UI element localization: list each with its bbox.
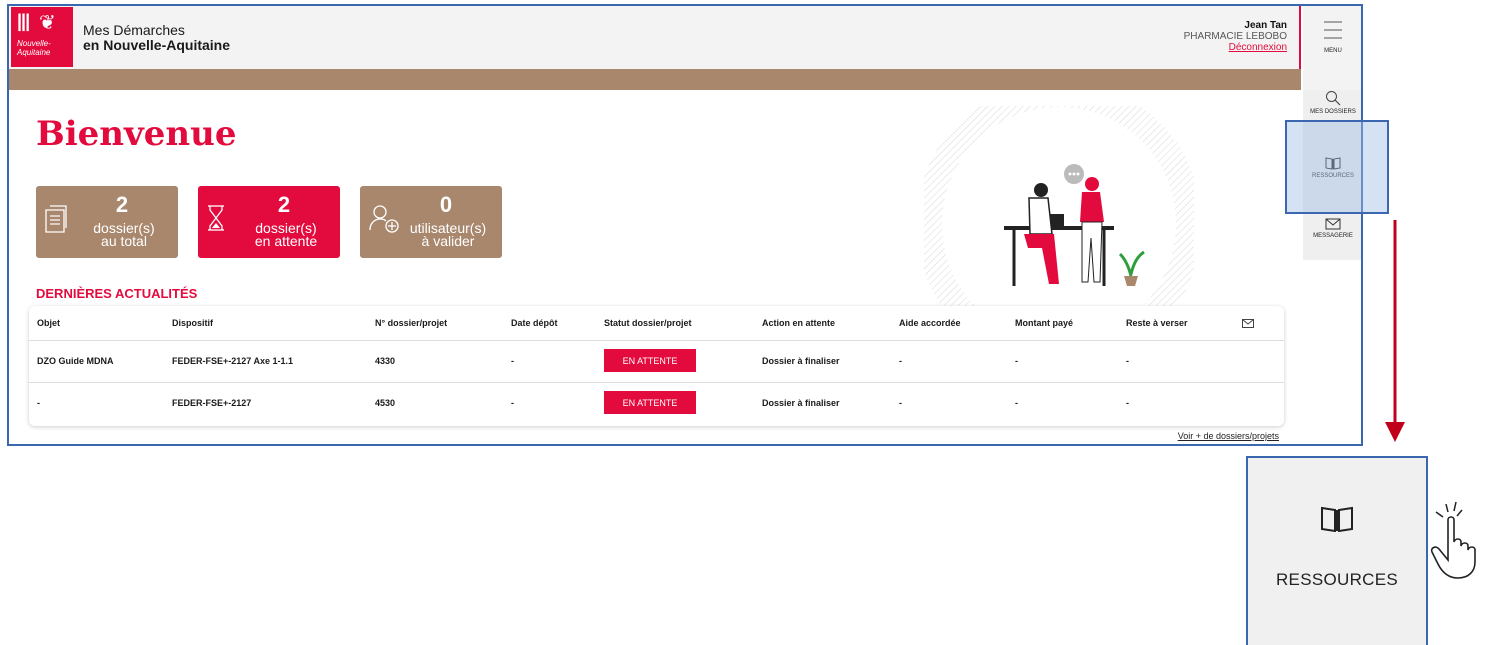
card-label: dossier(s) en attente [238,221,334,249]
cell-objet: - [37,397,40,408]
cell-montant: - [1015,397,1018,408]
sidebar-item-label: MESSAGERIE [1313,233,1353,239]
arrow-down-icon [1385,220,1405,442]
card-label-line2: au total [101,233,147,249]
menu-label: MENU [1324,48,1342,54]
card-total-dossiers[interactable]: 2 dossier(s) au total [36,186,178,258]
card-label-line2: en attente [254,233,318,249]
column-header: Dispositif [172,318,214,328]
status-badge[interactable]: EN ATTENTE [604,391,696,414]
logo-text-line2: Aquitaine [17,48,51,57]
user-organisation: PHARMACIE LEBOBO [1183,31,1287,42]
side-menu: MENU MES DOSSIERS RESSOURCES MESSAGERIE [1303,6,1361,444]
cell-dispositif: FEDER-FSE+-2127 [172,397,252,408]
card-number: 0 [439,192,453,217]
card-number: 2 [277,192,291,217]
column-header: Montant payé [1015,318,1074,328]
logo-mark-icon: ||| [17,11,30,31]
app-title-line1: Mes Démarches [83,22,185,38]
card-number: 2 [115,192,129,217]
table-row[interactable]: DZO Guide MDNA FEDER-FSE+-2127 Axe 1-1.1… [29,340,1284,380]
cell-date-depot: - [511,397,514,408]
column-header: Date dépôt [511,318,558,328]
header: ||| ❦ Nouvelle- Aquitaine Mes Démarches … [9,6,1301,69]
more-dossiers-link[interactable]: Voir + de dossiers/projets [1178,431,1279,441]
cell-numero: 4330 [375,355,396,366]
news-table: Objet Dispositif N° dossier/projet Date … [29,306,1284,426]
menu-button[interactable]: MENU [1303,6,1361,90]
sidebar-item-messagerie[interactable]: MESSAGERIE [1303,218,1361,239]
cell-dispositif: FEDER-FSE+-2127 Axe 1-1.1 [172,355,293,366]
app-title: Mes Démarches en Nouvelle-Aquitaine [83,23,230,53]
page-title: Bienvenue [36,114,237,154]
cell-statut: EN ATTENTE [604,383,696,422]
cell-reste: - [1126,397,1129,408]
user-name: Jean Tan [1244,20,1287,31]
cell-numero: 4530 [375,397,396,408]
ressources-highlight [1285,120,1389,214]
table-header-row: Objet Dispositif N° dossier/projet Date … [29,306,1284,340]
book-icon [1321,506,1353,532]
zoom-label: RESSOURCES [1275,570,1399,589]
envelope-icon [1325,218,1341,230]
cell-action: Dossier à finaliser [762,397,840,408]
app-window: ||| ❦ Nouvelle- Aquitaine Mes Démarches … [7,4,1363,446]
lion-icon: ❦ [39,12,56,34]
column-header: Action en attente [762,318,836,328]
status-badge[interactable]: EN ATTENTE [604,349,696,372]
column-header: Statut dossier/projet [604,318,692,328]
cell-aide: - [899,397,902,408]
column-header: Reste à verser [1126,318,1188,328]
sidebar-item-mes-dossiers[interactable]: MES DOSSIERS [1303,90,1361,115]
ressources-zoom-callout[interactable]: RESSOURCES [1246,456,1428,645]
logo-text: Nouvelle- Aquitaine [17,39,51,57]
cell-action: Dossier à finaliser [762,355,840,366]
search-icon [1326,91,1341,106]
column-header: N° dossier/projet [375,318,448,328]
user-info: Jean Tan PHARMACIE LEBOBO Déconnexion [1184,20,1287,53]
news-title: DERNIÈRES ACTUALITÉS [36,286,198,301]
header-band [9,69,1301,90]
cell-aide: - [899,355,902,366]
card-label: utilisateur(s) à valider [400,221,496,249]
app-title-line2: en Nouvelle-Aquitaine [83,37,231,53]
column-header: Aide accordée [899,318,961,328]
message-column-header[interactable] [1242,306,1254,340]
cell-montant: - [1015,355,1018,366]
card-utilisateurs-a-valider[interactable]: 0 utilisateur(s) à valider [360,186,502,258]
cell-date-depot: - [511,355,514,366]
envelope-icon [1242,318,1254,328]
logout-link[interactable]: Déconnexion [1184,42,1287,53]
sidebar-item-label: MES DOSSIERS [1310,109,1356,115]
cell-reste: - [1126,355,1129,366]
welcome-illustration [924,106,1194,306]
cell-objet: DZO Guide MDNA [37,355,114,366]
card-label: dossier(s) au total [76,221,172,249]
column-header: Objet [37,318,61,328]
region-logo[interactable]: ||| ❦ Nouvelle- Aquitaine [11,7,73,67]
logo-text-line1: Nouvelle- [17,39,51,48]
cell-statut: EN ATTENTE [604,341,696,380]
pointer-hand-icon [1430,501,1476,579]
table-row[interactable]: - FEDER-FSE+-2127 4530 - EN ATTENTE Doss… [29,382,1284,422]
card-dossiers-en-attente[interactable]: 2 dossier(s) en attente [198,186,340,258]
hamburger-icon [1324,21,1342,39]
card-label-line2: à valider [421,233,475,249]
